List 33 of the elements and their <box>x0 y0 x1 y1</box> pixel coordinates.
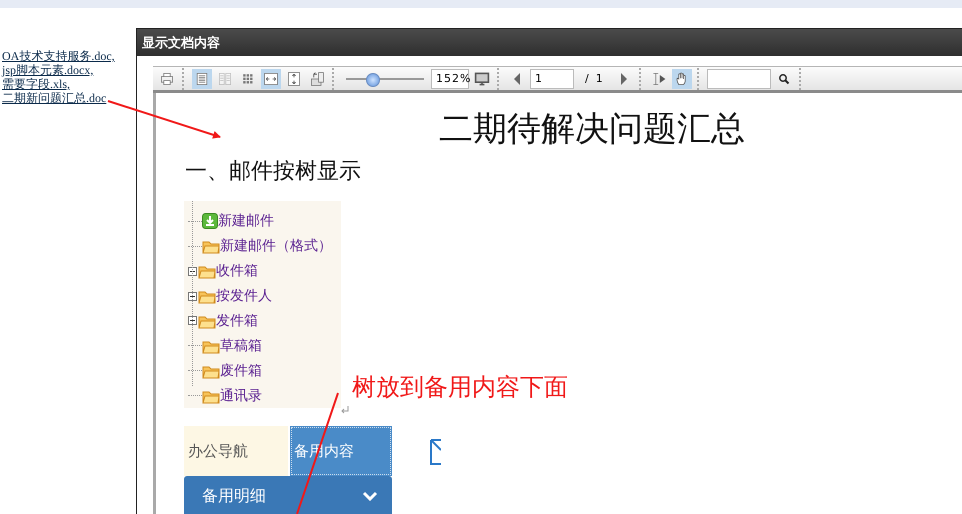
page-field[interactable]: 1 <box>530 68 574 88</box>
tree-item[interactable]: 废件箱 <box>220 362 262 380</box>
panel-title: 备用明细 <box>202 486 266 506</box>
annotation-text: 树放到备用内容下面 <box>352 372 568 403</box>
chevron-icon <box>362 491 378 501</box>
zoom-slider[interactable] <box>346 70 424 86</box>
dialog-title: 显示文档内容 <box>137 29 962 56</box>
nav-tab[interactable]: 办公导航 <box>184 426 288 476</box>
file-link[interactable]: OA技术支持服务.doc, <box>2 49 115 63</box>
download-icon <box>202 213 218 230</box>
panel-header[interactable]: 备用明细 <box>184 476 392 514</box>
fit-width-icon[interactable] <box>261 68 281 88</box>
tree-item[interactable]: 新建邮件 <box>218 212 274 230</box>
zoom-field[interactable]: 152% <box>431 68 469 88</box>
tree-item[interactable]: 按发件人 <box>216 287 272 306</box>
tree-item[interactable]: 收件箱 <box>216 262 258 280</box>
tree-item[interactable]: 发件箱 <box>216 312 258 330</box>
collapse-icon[interactable] <box>188 316 197 326</box>
hand-icon[interactable] <box>672 68 692 88</box>
tree-item[interactable]: 草稿箱 <box>220 336 262 355</box>
section-heading: 一、邮件按树显示 <box>185 158 362 186</box>
file-link[interactable]: jsp脚本元素.docx, <box>2 63 94 77</box>
return-icon <box>340 406 349 414</box>
page-count: / 1 <box>585 72 603 85</box>
tree-item[interactable]: 新建邮件（格式） <box>220 237 332 256</box>
collapse-icon[interactable] <box>188 266 197 276</box>
tree-item[interactable]: 通讯录 <box>220 386 262 405</box>
collapse-icon[interactable] <box>188 292 197 301</box>
page-icon[interactable] <box>192 68 212 88</box>
search-field[interactable] <box>706 68 771 88</box>
document-title: 二期待解决问题汇总 <box>439 108 746 151</box>
file-link[interactable]: 需要字段.xls, <box>2 77 70 91</box>
file-link[interactable]: 二期新问题汇总.doc <box>2 91 106 105</box>
